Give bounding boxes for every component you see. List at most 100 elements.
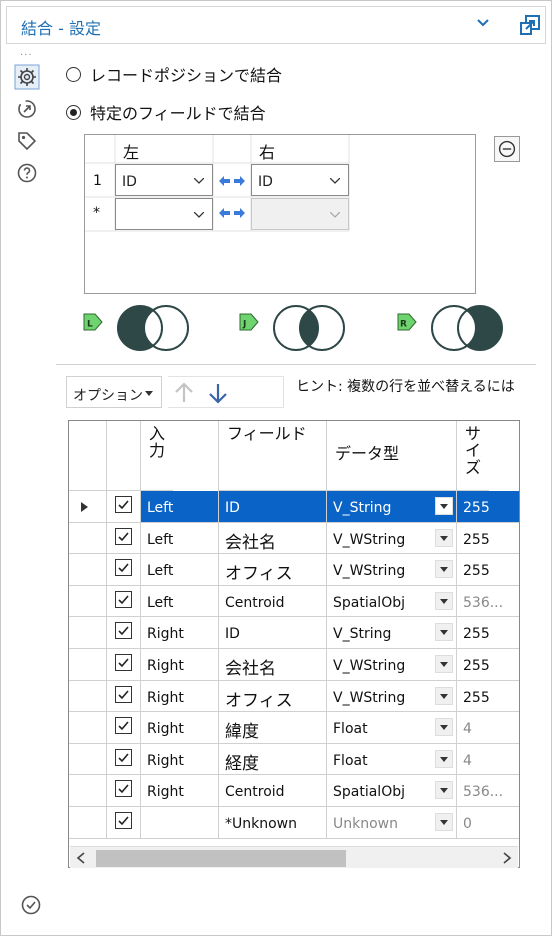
type-dropdown-button[interactable] <box>435 528 453 547</box>
grid-cell-type[interactable]: V_String <box>327 491 457 523</box>
size-column-header[interactable]: サイズ <box>457 421 489 491</box>
row-header[interactable] <box>69 680 107 713</box>
include-checkbox[interactable] <box>115 496 132 513</box>
row-header[interactable] <box>69 522 107 555</box>
row-header[interactable] <box>69 617 107 649</box>
grid-cell-type[interactable]: V_WString <box>327 649 457 681</box>
row-header[interactable] <box>69 649 107 681</box>
include-checkbox[interactable] <box>115 527 132 545</box>
row-header[interactable] <box>69 554 107 586</box>
options-dropdown-button[interactable]: オプション <box>66 376 162 408</box>
type-dropdown-button[interactable] <box>435 655 453 673</box>
type-dropdown-button[interactable] <box>435 497 453 515</box>
checkbox-column-header[interactable] <box>107 421 141 491</box>
field-column-header[interactable]: フィールド <box>219 421 327 491</box>
type-dropdown-button[interactable] <box>435 813 453 831</box>
remove-row-button[interactable] <box>494 136 520 162</box>
row-header[interactable] <box>69 775 107 807</box>
grid-cell-size[interactable]: 536... <box>457 775 519 807</box>
grid-cell-type[interactable]: V_WString <box>327 554 457 586</box>
grid-cell-size[interactable]: 4 <box>457 744 519 776</box>
type-dropdown-button[interactable] <box>435 781 453 800</box>
arrow-up-icon[interactable] <box>174 382 194 404</box>
type-dropdown-button[interactable] <box>435 623 453 642</box>
grid-cell-type[interactable]: SpatialObj <box>327 585 457 618</box>
row-header[interactable] <box>69 743 107 776</box>
include-checkbox[interactable] <box>115 559 132 577</box>
include-checkbox[interactable] <box>115 685 132 703</box>
checkbox-cell[interactable] <box>107 649 141 681</box>
grid-cell-input[interactable] <box>141 807 219 839</box>
grid-cell-field[interactable]: 経度 <box>219 743 327 776</box>
grid-cell-size[interactable]: 255 <box>457 554 519 586</box>
type-dropdown-button[interactable] <box>435 749 453 768</box>
left-join-venn-icon[interactable]: L <box>82 302 202 354</box>
grid-cell-input[interactable]: Right <box>141 743 219 776</box>
chevron-down-icon[interactable] <box>475 15 491 31</box>
include-checkbox[interactable] <box>115 622 132 640</box>
grid-cell-type[interactable]: V_WString <box>327 680 457 713</box>
include-checkbox[interactable] <box>115 590 132 608</box>
checkbox-cell[interactable] <box>107 554 141 586</box>
checkbox-cell[interactable] <box>107 491 141 523</box>
checkbox-cell[interactable] <box>107 585 141 618</box>
tag-icon[interactable] <box>14 128 40 154</box>
check-circle-icon[interactable] <box>20 894 42 916</box>
grid-cell-type[interactable]: V_WString <box>327 522 457 555</box>
radio-join-by-position[interactable]: レコードポジションで結合 <box>66 62 282 86</box>
scrollbar-thumb[interactable] <box>96 850 346 867</box>
input-column-header[interactable]: 入力 <box>141 421 173 491</box>
grid-cell-size[interactable]: 255 <box>457 681 519 713</box>
type-dropdown-button[interactable] <box>435 591 453 610</box>
grid-cell-input[interactable]: Left <box>141 585 219 618</box>
checkbox-cell[interactable] <box>107 712 141 744</box>
grid-cell-field[interactable]: *Unknown <box>219 807 327 839</box>
row-header[interactable] <box>69 491 107 523</box>
row-header[interactable] <box>69 712 107 744</box>
scroll-right-icon[interactable] <box>502 852 512 864</box>
inner-join-venn-icon[interactable]: J <box>238 302 358 354</box>
right-join-venn-icon[interactable]: R <box>396 302 516 354</box>
grid-cell-size[interactable]: 255 <box>457 649 519 681</box>
checkbox-cell[interactable] <box>107 775 141 807</box>
include-checkbox[interactable] <box>115 812 132 829</box>
checkbox-cell[interactable] <box>107 743 141 776</box>
grid-cell-field[interactable]: オフィス <box>219 680 327 713</box>
horizontal-scrollbar[interactable] <box>70 846 518 868</box>
grid-cell-size[interactable]: 255 <box>457 491 519 523</box>
grid-cell-type[interactable]: Float <box>327 712 457 744</box>
grid-cell-field[interactable]: ID <box>219 491 327 523</box>
grid-cell-input[interactable]: Right <box>141 617 219 649</box>
type-column-header[interactable]: データ型 <box>327 421 457 491</box>
grid-cell-input[interactable]: Left <box>141 522 219 555</box>
left-field-select-new[interactable] <box>115 198 213 230</box>
grid-cell-field[interactable]: Centroid <box>219 585 327 618</box>
row-header[interactable] <box>69 807 107 839</box>
type-dropdown-button[interactable] <box>435 560 453 579</box>
grid-cell-input[interactable]: Right <box>141 680 219 713</box>
row-header[interactable] <box>69 585 107 618</box>
include-checkbox[interactable] <box>115 654 132 671</box>
include-checkbox[interactable] <box>115 748 132 766</box>
grid-cell-size[interactable]: 255 <box>457 523 519 555</box>
grid-cell-field[interactable]: ID <box>219 617 327 649</box>
grid-cell-field[interactable]: Centroid <box>219 775 327 807</box>
grid-cell-type[interactable]: SpatialObj <box>327 775 457 807</box>
type-dropdown-button[interactable] <box>435 718 453 737</box>
left-field-select[interactable]: ID <box>115 164 213 196</box>
help-icon[interactable] <box>14 160 40 186</box>
radio-button-selected[interactable] <box>66 104 81 120</box>
scroll-left-icon[interactable] <box>76 852 86 864</box>
arrow-down-icon[interactable] <box>208 382 228 404</box>
checkbox-cell[interactable] <box>107 807 141 839</box>
grid-cell-size[interactable]: 536... <box>457 586 519 618</box>
grid-cell-type[interactable]: V_String <box>327 617 457 649</box>
grid-cell-field[interactable]: 会社名 <box>219 649 327 681</box>
grid-cell-input[interactable]: Right <box>141 649 219 681</box>
checkbox-cell[interactable] <box>107 617 141 649</box>
pop-out-icon[interactable] <box>519 14 541 36</box>
grid-cell-field[interactable]: 会社名 <box>219 522 327 555</box>
grid-cell-field[interactable]: 緯度 <box>219 712 327 744</box>
include-checkbox[interactable] <box>115 717 132 735</box>
grid-cell-input[interactable]: Left <box>141 491 219 523</box>
